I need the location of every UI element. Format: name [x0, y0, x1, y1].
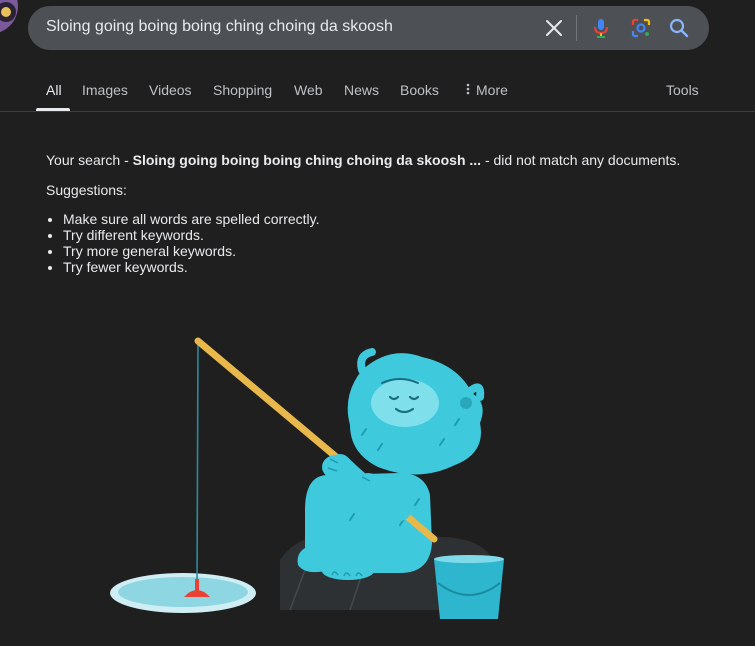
search-tabs: All Images Videos Shopping Web News Book… — [0, 72, 755, 112]
search-icon[interactable] — [667, 16, 691, 40]
suggestion-item: Make sure all words are spelled correctl… — [63, 211, 320, 227]
tab-web[interactable]: Web — [294, 82, 323, 98]
no-results-suffix: - did not match any documents. — [481, 152, 681, 168]
suggestions-list: Make sure all words are spelled correctl… — [46, 211, 320, 275]
doodle-logo-fragment[interactable] — [0, 0, 26, 42]
suggestion-item: Try more general keywords. — [63, 243, 320, 259]
search-results-page: Sloing going boing boing ching choing da… — [0, 0, 755, 646]
mic-icon[interactable] — [589, 16, 613, 40]
tab-more[interactable]: More — [466, 82, 508, 98]
no-results-prefix: Your search - — [46, 152, 133, 168]
tab-shopping[interactable]: Shopping — [213, 82, 272, 98]
no-results-query: Sloing going boing boing ching choing da… — [132, 152, 482, 168]
suggestions-title: Suggestions: — [46, 182, 127, 198]
suggestion-item: Try fewer keywords. — [63, 259, 320, 275]
tab-news[interactable]: News — [344, 82, 379, 98]
search-input[interactable]: Sloing going boing boing ching choing da… — [46, 18, 393, 36]
clear-icon[interactable] — [542, 16, 566, 40]
tab-all[interactable]: All — [46, 82, 62, 98]
tab-videos[interactable]: Videos — [149, 82, 192, 98]
more-dots-icon — [466, 83, 470, 95]
tab-images[interactable]: Images — [82, 82, 128, 98]
tools-button[interactable]: Tools — [666, 82, 699, 98]
tabs-divider — [0, 111, 755, 112]
tab-books[interactable]: Books — [400, 82, 439, 98]
suggestion-item: Try different keywords. — [63, 227, 320, 243]
lens-icon[interactable] — [629, 16, 653, 40]
ice-fishing-yeti-illustration — [110, 337, 504, 619]
no-results-message: Your search - Sloing going boing boing c… — [46, 152, 680, 168]
search-bar[interactable]: Sloing going boing boing ching choing da… — [28, 6, 709, 50]
tab-more-label: More — [476, 82, 508, 98]
search-bar-divider — [576, 15, 577, 41]
